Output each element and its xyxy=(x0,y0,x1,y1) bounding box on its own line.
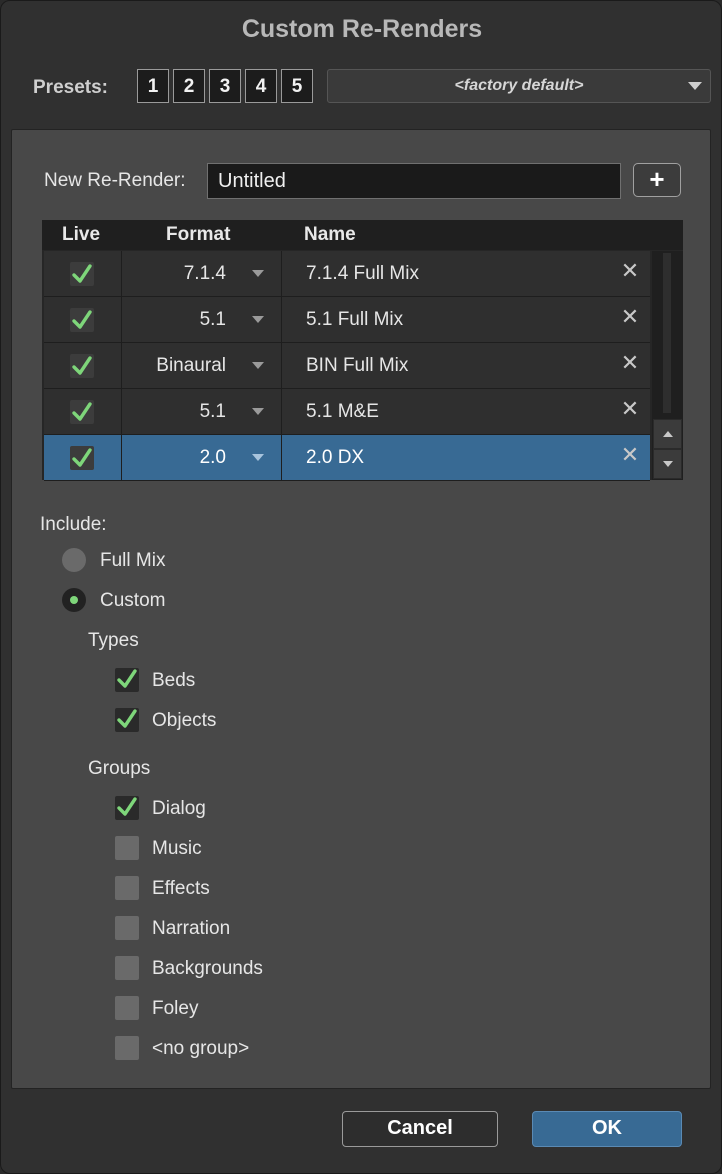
table-row[interactable]: Binaural BIN Full Mix ✕ xyxy=(44,343,650,389)
group-checkbox[interactable] xyxy=(115,956,139,980)
group-checkbox[interactable] xyxy=(115,796,139,820)
preset-button-5[interactable]: 5 xyxy=(281,69,313,103)
format-dropdown[interactable]: 2.0 xyxy=(122,435,282,481)
table-scrollbar[interactable] xyxy=(652,251,683,480)
preset-buttons: 1 2 3 4 5 xyxy=(137,69,317,103)
arrow-up-icon xyxy=(663,431,673,437)
rerender-name[interactable]: 5.1 M&E xyxy=(306,401,379,423)
dropdown-arrow-icon xyxy=(252,270,264,277)
column-header-format: Format xyxy=(166,224,231,245)
preset-button-1[interactable]: 1 xyxy=(137,69,169,103)
group-label[interactable]: Foley xyxy=(152,998,198,1020)
groups-label: Groups xyxy=(88,758,151,779)
preset-button-4[interactable]: 4 xyxy=(245,69,277,103)
type-label[interactable]: Objects xyxy=(152,710,216,732)
group-checkbox[interactable] xyxy=(115,916,139,940)
group-checkbox[interactable] xyxy=(115,1036,139,1060)
table-row[interactable]: 5.1 5.1 Full Mix ✕ xyxy=(44,297,650,343)
column-header-name: Name xyxy=(304,224,356,245)
preset-dropdown[interactable]: <factory default> xyxy=(327,69,711,103)
group-label[interactable]: <no group> xyxy=(152,1038,249,1060)
preset-button-2[interactable]: 2 xyxy=(173,69,205,103)
live-cell xyxy=(44,389,122,435)
preset-button-3[interactable]: 3 xyxy=(209,69,241,103)
delete-icon[interactable]: ✕ xyxy=(620,306,640,328)
rerender-name[interactable]: 2.0 DX xyxy=(306,447,364,469)
dropdown-arrow-icon xyxy=(252,454,264,461)
live-cell xyxy=(44,251,122,297)
table-rows: 7.1.4 7.1.4 Full Mix ✕ 5.1 5.1 Full Mix ✕ Bina… xyxy=(44,251,650,481)
cancel-button[interactable]: Cancel xyxy=(342,1111,498,1147)
format-dropdown[interactable]: 7.1.4 xyxy=(122,251,282,297)
format-value: 2.0 xyxy=(199,447,226,468)
format-value: 5.1 xyxy=(199,309,226,330)
live-checkbox[interactable] xyxy=(70,262,94,286)
dropdown-arrow-icon xyxy=(252,362,264,369)
type-label[interactable]: Beds xyxy=(152,670,195,692)
custom-rerenders-dialog: Custom Re-Renders Presets: 1 2 3 4 5 <fa… xyxy=(0,0,722,1174)
types-label: Types xyxy=(88,630,139,651)
group-label[interactable]: Dialog xyxy=(152,798,206,820)
delete-icon[interactable]: ✕ xyxy=(620,398,640,420)
table-row[interactable]: 7.1.4 7.1.4 Full Mix ✕ xyxy=(44,251,650,297)
custom-label[interactable]: Custom xyxy=(100,590,165,612)
new-rerender-label: New Re-Render: xyxy=(44,170,186,191)
delete-icon[interactable]: ✕ xyxy=(620,260,640,282)
live-cell xyxy=(44,343,122,389)
column-header-live: Live xyxy=(62,224,101,245)
group-checkbox[interactable] xyxy=(115,996,139,1020)
format-dropdown[interactable]: Binaural xyxy=(122,343,282,389)
dropdown-arrow-icon xyxy=(252,408,264,415)
format-value: 5.1 xyxy=(199,401,226,422)
dropdown-arrow-icon xyxy=(688,82,702,90)
live-cell xyxy=(44,297,122,343)
format-value: Binaural xyxy=(156,355,226,376)
include-label: Include: xyxy=(40,514,107,535)
new-rerender-name-input[interactable]: Untitled xyxy=(207,163,621,199)
custom-radio[interactable] xyxy=(62,588,86,612)
live-checkbox[interactable] xyxy=(70,354,94,378)
type-checkbox[interactable] xyxy=(115,708,139,732)
format-value: 7.1.4 xyxy=(183,263,226,284)
delete-icon[interactable]: ✕ xyxy=(620,352,640,374)
table-row[interactable]: 5.1 5.1 M&E ✕ xyxy=(44,389,650,435)
rerender-name[interactable]: 7.1.4 Full Mix xyxy=(306,263,419,285)
ok-button[interactable]: OK xyxy=(532,1111,682,1147)
add-rerender-button[interactable]: + xyxy=(633,163,681,197)
rerender-name[interactable]: BIN Full Mix xyxy=(306,355,408,377)
group-label[interactable]: Backgrounds xyxy=(152,958,263,980)
dialog-title: Custom Re-Renders xyxy=(241,15,483,43)
table-row[interactable]: 2.0 2.0 DX ✕ xyxy=(44,435,650,481)
scroll-up-button[interactable] xyxy=(653,419,682,449)
live-checkbox[interactable] xyxy=(70,400,94,424)
dropdown-arrow-icon xyxy=(252,316,264,323)
live-checkbox[interactable] xyxy=(70,308,94,332)
rerender-table: Live Format Name 7.1.4 7.1.4 Full Mix ✕ 5.1… xyxy=(42,220,683,481)
group-label[interactable]: Narration xyxy=(152,918,230,940)
presets-label: Presets: xyxy=(33,77,108,98)
format-dropdown[interactable]: 5.1 xyxy=(122,297,282,343)
group-checkbox[interactable] xyxy=(115,836,139,860)
table-header: Live Format Name xyxy=(42,220,683,250)
group-label[interactable]: Music xyxy=(152,838,202,860)
type-checkbox[interactable] xyxy=(115,668,139,692)
full-mix-label[interactable]: Full Mix xyxy=(100,550,165,572)
scrollbar-thumb[interactable] xyxy=(663,253,671,413)
group-checkbox[interactable] xyxy=(115,876,139,900)
full-mix-radio[interactable] xyxy=(62,548,86,572)
preset-dropdown-value: <factory default> xyxy=(454,77,584,94)
rerender-name[interactable]: 5.1 Full Mix xyxy=(306,309,403,331)
live-checkbox[interactable] xyxy=(70,446,94,470)
live-cell xyxy=(44,435,122,481)
delete-icon[interactable]: ✕ xyxy=(620,444,640,466)
arrow-down-icon xyxy=(663,461,673,467)
scroll-down-button[interactable] xyxy=(653,449,682,479)
format-dropdown[interactable]: 5.1 xyxy=(122,389,282,435)
group-label[interactable]: Effects xyxy=(152,878,210,900)
